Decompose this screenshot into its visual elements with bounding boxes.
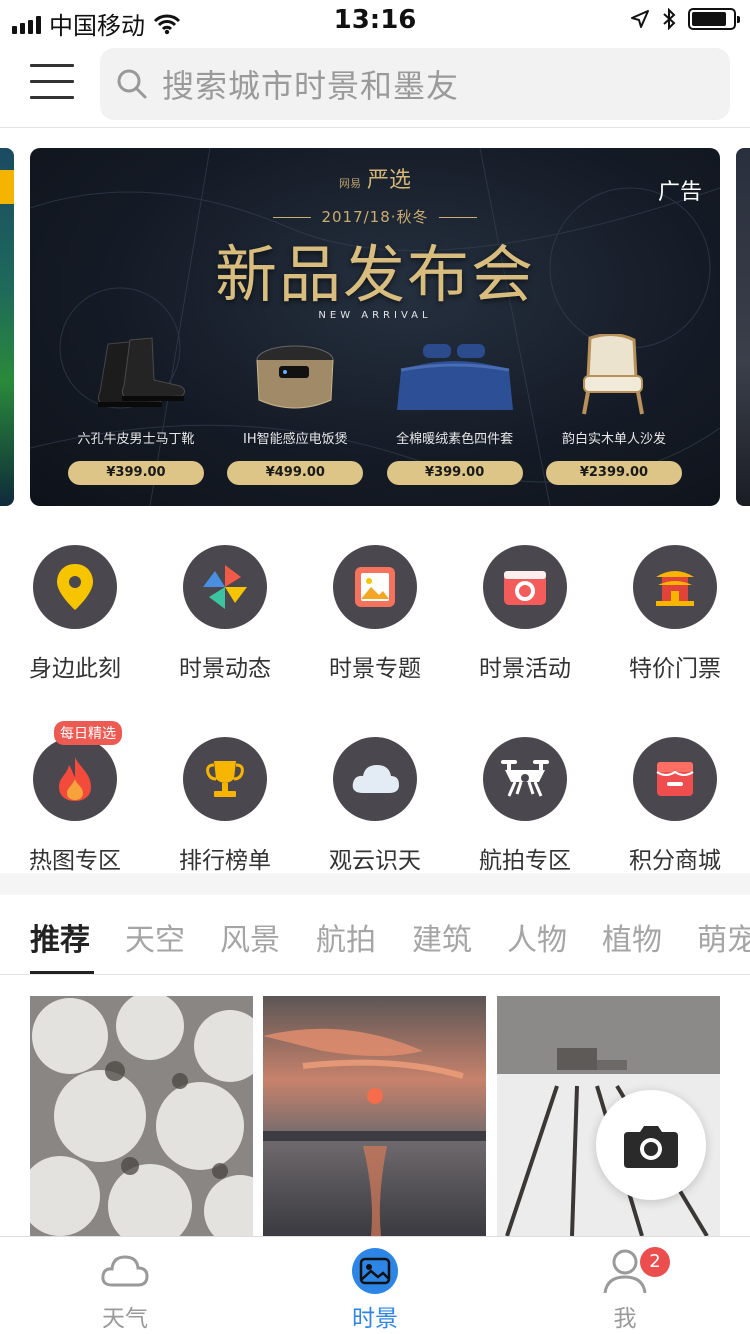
- tabbar-weather[interactable]: 天气: [0, 1237, 250, 1334]
- trophy-icon: [206, 761, 244, 797]
- sunset-photo: [263, 996, 486, 1236]
- notification-badge: 2: [640, 1247, 670, 1277]
- temple-icon: [656, 571, 694, 606]
- product-price[interactable]: ¥499.00: [227, 461, 364, 485]
- cloud-icon: [352, 765, 399, 793]
- shop-icon: [656, 762, 694, 796]
- grid-item-topics[interactable]: 时景专题: [300, 545, 450, 725]
- grid-item-label: 航拍专区: [479, 848, 571, 874]
- category-tabs: 推荐 天空 风景 航拍 建筑 人物 植物 萌宠: [0, 895, 750, 975]
- product-name: 六孔牛皮男士马丁靴: [77, 432, 195, 447]
- prev-banner-peek[interactable]: [0, 148, 14, 506]
- grid-row: 身边此刻 时景动态 时景专题 时景活动 特价门票: [0, 545, 750, 725]
- search-icon: [117, 69, 147, 99]
- tab-sky[interactable]: 天空: [125, 915, 185, 959]
- status-right: [630, 8, 740, 30]
- tab-recommend[interactable]: 推荐: [30, 915, 90, 959]
- location-pin-icon: [57, 564, 93, 610]
- gallery-icon: [352, 1248, 398, 1294]
- tab-aerial[interactable]: 航拍: [316, 915, 376, 959]
- grid-item-label: 时景动态: [179, 656, 271, 682]
- bedding-icon: [387, 334, 523, 418]
- product-item[interactable]: IH智能感应电饭煲 ¥499.00: [227, 334, 364, 485]
- grid-item-tickets[interactable]: 特价门票: [600, 545, 750, 725]
- photo-card[interactable]: [263, 996, 486, 1236]
- location-arrow-icon: [631, 10, 649, 28]
- product-name: 韵白实木单人沙发: [561, 432, 666, 447]
- tab-people[interactable]: 人物: [507, 915, 567, 959]
- camera-icon: [504, 571, 546, 605]
- grid-item-nearby[interactable]: 身边此刻: [0, 545, 150, 725]
- bluetooth-icon: [663, 8, 676, 30]
- daily-pick-badge: 每日精选: [54, 721, 122, 745]
- brand-name: 严选: [366, 168, 411, 193]
- tabbar-label: 天气: [102, 1306, 148, 1332]
- grid-item-label: 时景活动: [479, 656, 571, 682]
- tab-plants[interactable]: 植物: [602, 915, 662, 959]
- product-price[interactable]: ¥2399.00: [545, 461, 682, 485]
- product-item[interactable]: 六孔牛皮男士马丁靴 ¥399.00: [68, 334, 204, 485]
- flame-icon: [59, 757, 91, 801]
- brand-logo: 网易 严选: [30, 162, 720, 194]
- grid-item-events[interactable]: 时景活动: [450, 545, 600, 725]
- section-divider: [0, 873, 750, 895]
- photo-card[interactable]: [30, 996, 253, 1236]
- drone-icon: [501, 760, 549, 797]
- boots-icon: [68, 334, 204, 418]
- app-screen: 中国移动 13:16 搜索城市时景和墨友 广告 网易 严选 2017/18·秋冬…: [0, 0, 750, 1334]
- bottom-tab-bar: 天气 时景 我: [0, 1236, 750, 1334]
- cloud-outline-icon: [101, 1255, 149, 1287]
- tab-scenery[interactable]: 风景: [220, 915, 280, 959]
- product-price[interactable]: ¥399.00: [68, 461, 204, 485]
- grid-item-label: 时景专题: [329, 656, 421, 682]
- rice-cooker-icon: [227, 334, 363, 418]
- search-bar[interactable]: 搜索城市时景和墨友: [100, 48, 730, 120]
- product-item[interactable]: 全棉暖绒素色四件套 ¥399.00: [386, 334, 523, 485]
- tab-architecture[interactable]: 建筑: [412, 915, 472, 959]
- grid-item-updates[interactable]: 时景动态: [150, 545, 300, 725]
- tabbar-scenes[interactable]: 时景: [250, 1237, 500, 1334]
- battery-icon: [688, 8, 740, 30]
- picture-icon: [355, 567, 395, 607]
- search-placeholder: 搜索城市时景和墨友: [162, 67, 460, 105]
- grid-item-label: 身边此刻: [29, 656, 121, 682]
- product-name: IH智能感应电饭煲: [243, 432, 348, 447]
- brand-small: 网易: [338, 177, 361, 190]
- grid-item-label: 观云识天: [329, 848, 421, 874]
- frost-photo: [30, 996, 253, 1236]
- armchair-icon: [546, 333, 682, 418]
- grid-item-label: 积分商城: [629, 848, 721, 874]
- product-list: 六孔牛皮男士马丁靴 ¥399.00 IH智能感应电饭煲 ¥499.00 全棉暖绒…: [30, 333, 720, 485]
- menu-button[interactable]: [30, 64, 74, 104]
- camera-icon: [624, 1126, 678, 1168]
- tabbar-label: 我: [613, 1306, 637, 1332]
- header: 搜索城市时景和墨友: [0, 40, 750, 128]
- battery-level: [692, 12, 726, 26]
- pinwheel-icon: [203, 565, 247, 609]
- grid-item-label: 特价门票: [629, 656, 721, 682]
- grid-item-label: 排行榜单: [179, 848, 271, 874]
- product-item[interactable]: 韵白实木单人沙发 ¥2399.00: [545, 333, 682, 485]
- camera-fab-button[interactable]: [596, 1090, 706, 1200]
- banner-headline: 新品发布会: [214, 238, 535, 311]
- banner-subline: NEW ARRIVAL: [318, 310, 432, 321]
- product-name: 全棉暖绒素色四件套: [396, 432, 514, 447]
- status-bar: 中国移动 13:16: [0, 0, 750, 40]
- banner-carousel[interactable]: 广告 网易 严选 2017/18·秋冬 新品发布会 NEW ARRIVAL 六孔…: [0, 148, 750, 506]
- feature-grid: 身边此刻 时景动态 时景专题 时景活动 特价门票 每日精选 热图专区 排行榜单 …: [0, 545, 750, 905]
- tab-pets[interactable]: 萌宠: [697, 915, 750, 959]
- active-tab-indicator: [30, 971, 94, 974]
- grid-item-label: 热图专区: [29, 848, 121, 874]
- tabbar-me[interactable]: 我: [500, 1237, 750, 1334]
- next-banner-peek[interactable]: [736, 148, 750, 506]
- tabbar-label: 时景: [352, 1306, 398, 1332]
- ad-banner[interactable]: 广告 网易 严选 2017/18·秋冬 新品发布会 NEW ARRIVAL 六孔…: [30, 148, 720, 506]
- product-price[interactable]: ¥399.00: [386, 461, 523, 485]
